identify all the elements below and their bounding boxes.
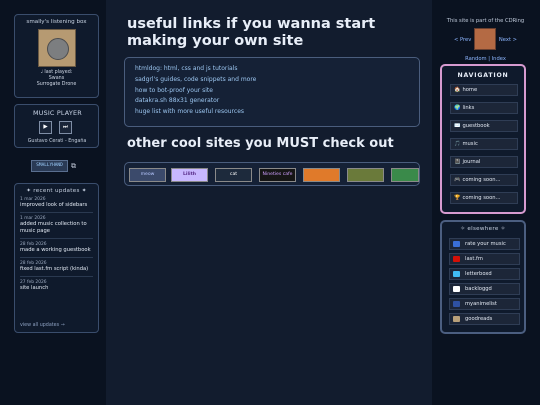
- cool-sites-heading: other cool sites you MUST check out: [127, 136, 394, 151]
- site-button[interactable]: [391, 168, 419, 182]
- webring-random-link[interactable]: Random: [465, 56, 486, 62]
- useful-links-heading: useful links if you wanna start making y…: [127, 16, 376, 49]
- webring: This site is part of the CDRing < Prev N…: [440, 18, 531, 62]
- site-button[interactable]: [303, 168, 340, 182]
- nav-music[interactable]: 🎵 music: [450, 138, 518, 150]
- album-name[interactable]: Surrogate Drone: [15, 82, 98, 88]
- update-text: improved look of sidebars: [20, 202, 88, 208]
- update-text: made a working guestbook: [20, 247, 91, 253]
- update-item: 27 feb 2026 site launch: [20, 277, 93, 295]
- last-played-label: last played:: [44, 70, 73, 75]
- site-button[interactable]: cat: [215, 168, 252, 182]
- updates-heading: ✦ recent updates ✦: [26, 188, 87, 194]
- link-bot-proof[interactable]: how to bot-proof your site: [135, 86, 409, 97]
- webring-text: This site is part of the CDRing: [446, 18, 525, 24]
- nav-links[interactable]: 🌍 links: [450, 102, 518, 114]
- site-button-88x31[interactable]: SMALLYHAND: [31, 160, 68, 172]
- nav-coming-soon-2[interactable]: 🏆 coming soon...: [450, 192, 518, 204]
- update-item: 28 feb 2026 made a working guestbook: [20, 239, 93, 258]
- nav-coming-soon-1[interactable]: 🎮 coming soon...: [450, 174, 518, 186]
- elsewhere-heading: ✧ elsewhere ✧: [460, 226, 506, 232]
- site-button[interactable]: meow: [129, 168, 166, 182]
- webring-image[interactable]: [474, 28, 496, 50]
- envelope-icon: ✉️: [454, 123, 461, 129]
- myanimelist-icon: [453, 301, 460, 307]
- nav-home[interactable]: 🏠 home: [450, 84, 518, 96]
- useful-links-box: htmldog: html, css and js tutorials sadg…: [124, 57, 420, 127]
- site-button[interactable]: [347, 168, 384, 182]
- update-item: 28 feb 2026 fixed last.fm script (kinda): [20, 258, 93, 277]
- webring-index-link[interactable]: Index: [492, 56, 506, 62]
- webring-next-link[interactable]: Next >: [499, 37, 517, 43]
- link-letterboxd[interactable]: letterboxd: [449, 268, 520, 280]
- skip-button[interactable]: ⏭: [59, 121, 72, 134]
- listening-box: smally's listening box ♩ last played: Sw…: [14, 14, 99, 98]
- navigation-box: NAVIGATION 🏠 home 🌍 links ✉️ guestbook 🎵 mus…: [440, 64, 526, 214]
- link-datakrash[interactable]: datakra.sh 88x31 generator: [135, 96, 409, 107]
- link-htmldog[interactable]: htmldog: html, css and js tutorials: [135, 64, 409, 75]
- backloggd-icon: [453, 286, 460, 292]
- link-goodreads[interactable]: goodreads: [449, 313, 520, 325]
- goodreads-icon: [453, 316, 460, 322]
- link-backloggd[interactable]: backloggd: [449, 283, 520, 295]
- elsewhere-box: ✧ elsewhere ✧ rate your music last.fm le…: [440, 220, 526, 334]
- recent-updates: ✦ recent updates ✦ 1 mar 2026 improved l…: [14, 183, 99, 333]
- gamepad-icon: 🎮: [454, 177, 461, 183]
- trophy-icon: 🏆: [454, 195, 461, 201]
- update-item: 1 mar 2026 added music collection to mus…: [20, 213, 93, 239]
- letterboxd-icon: [453, 271, 460, 277]
- music-note-icon: ♩: [40, 70, 43, 75]
- update-item: 1 mar 2026 improved look of sidebars: [20, 194, 93, 213]
- cool-sites-buttons: meow Lilith cat Nineties cafe: [124, 162, 420, 186]
- copy-icon[interactable]: ⧉: [71, 162, 76, 171]
- player-title: MUSIC PLAYER: [33, 109, 82, 117]
- track-name: Gustavo Cerati - Engaña: [27, 139, 87, 144]
- update-text: site launch: [20, 285, 49, 291]
- link-sadgrl[interactable]: sadgrl's guides, code snippets and more: [135, 75, 409, 86]
- album-cover[interactable]: [37, 29, 76, 67]
- listening-title: smally's listening box: [26, 19, 87, 25]
- music-icon: 🎵: [454, 141, 461, 147]
- view-all-updates-link[interactable]: view all updates →: [20, 323, 65, 328]
- notebook-icon: 📓: [454, 159, 461, 165]
- link-rate-your-music[interactable]: rate your music: [449, 238, 520, 250]
- globe-icon: 🌍: [454, 105, 461, 111]
- navigation-heading: NAVIGATION: [457, 72, 509, 79]
- home-icon: 🏠: [454, 87, 461, 93]
- play-button[interactable]: ▶: [39, 121, 52, 134]
- webring-prev-link[interactable]: < Prev: [454, 37, 471, 43]
- site-button[interactable]: Lilith: [171, 168, 208, 182]
- update-text: fixed last.fm script (kinda): [20, 266, 89, 272]
- link-lastfm[interactable]: last.fm: [449, 253, 520, 265]
- site-button[interactable]: Nineties cafe: [259, 168, 296, 182]
- rym-icon: [453, 241, 460, 247]
- link-resources[interactable]: huge list with more useful resources: [135, 107, 409, 118]
- nav-journal[interactable]: 📓 journal: [450, 156, 518, 168]
- link-myanimelist[interactable]: myanimelist: [449, 298, 520, 310]
- update-text: added music collection to music page: [20, 221, 87, 234]
- nav-guestbook[interactable]: ✉️ guestbook: [450, 120, 518, 132]
- lastfm-icon: [453, 256, 460, 262]
